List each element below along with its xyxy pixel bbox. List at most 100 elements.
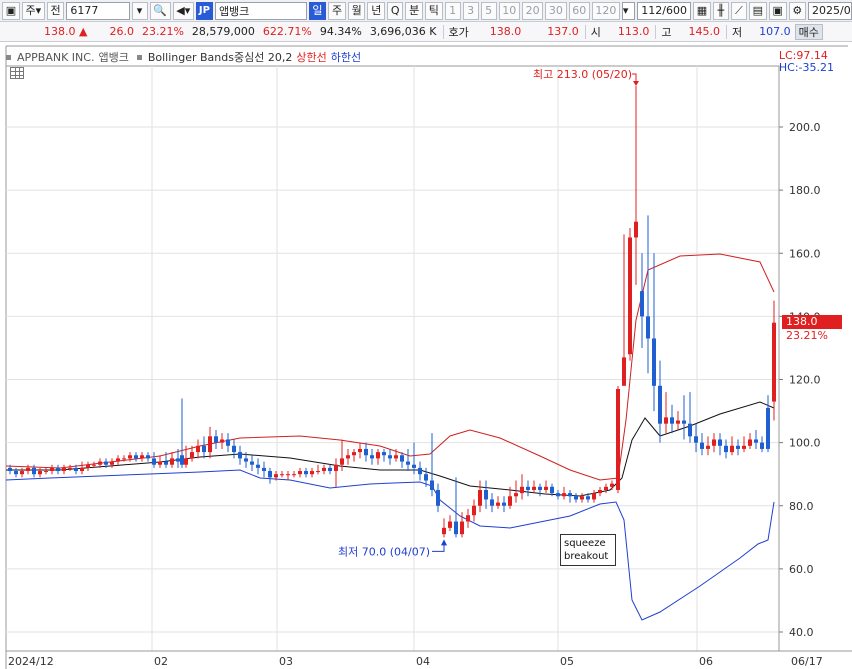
candle-body <box>268 471 272 478</box>
candle-body <box>238 452 242 459</box>
x-tick-label: 04 <box>416 655 430 668</box>
date-value: 2025/0 <box>812 4 851 17</box>
candle-body <box>610 483 614 487</box>
gear-icon[interactable]: ⚙ <box>788 1 806 20</box>
search-icon[interactable]: 🔍 <box>149 1 171 20</box>
type-select[interactable]: 전 <box>46 1 65 20</box>
date-field[interactable]: 2025/0 <box>808 1 852 20</box>
amount: 3,696,036 K <box>369 25 437 38</box>
candle-body <box>442 527 446 535</box>
candle-body <box>140 455 144 459</box>
price-chart[interactable]: 200.0180.0160.0140.0120.0100.080.060.040… <box>0 42 852 669</box>
candle-body <box>622 357 626 386</box>
candle-body <box>32 467 36 475</box>
buy-tab[interactable]: 매수 <box>794 23 823 40</box>
period-minute[interactable]: 분 <box>405 1 423 20</box>
candle-body <box>670 417 674 424</box>
candle-body <box>364 448 368 456</box>
interval-30[interactable]: 30 <box>545 1 567 20</box>
candle-body <box>568 493 572 497</box>
candle-icon[interactable]: ╫ <box>712 1 729 20</box>
candle-body <box>298 471 302 475</box>
legend-company-kr: 앱뱅크 <box>98 51 129 64</box>
candle-body <box>208 436 212 453</box>
candle-body <box>152 458 156 465</box>
candle-body <box>20 471 24 475</box>
save-icon[interactable]: ▣ <box>768 1 787 20</box>
legend-lower: 하한선 <box>330 51 362 64</box>
hc-value: HC:-35.21 <box>778 61 834 74</box>
candle-body <box>146 455 150 459</box>
candle-body <box>214 436 218 443</box>
y-tick-label: 60.0 <box>789 563 814 576</box>
candle-body <box>574 496 578 500</box>
candle-body <box>98 461 102 465</box>
x-tick-label: 06 <box>699 655 713 668</box>
candle-body <box>352 452 356 456</box>
candle-body <box>92 464 96 466</box>
candle-body <box>274 474 278 478</box>
ask-price: 138.0 <box>489 25 522 38</box>
stock-name-field[interactable]: 앱뱅크 <box>214 1 307 20</box>
candle-body <box>86 464 90 468</box>
volume: 28,579,000 <box>191 25 255 38</box>
open-label: 시 <box>590 25 601 39</box>
interval-60[interactable]: 60 <box>568 1 590 20</box>
candle-body <box>304 471 308 475</box>
period-month[interactable]: 월 <box>347 1 366 20</box>
candle-body <box>430 480 434 490</box>
interval-dropdown-icon[interactable]: ▾ <box>621 1 636 20</box>
mode-select[interactable]: 주 ▾ <box>21 1 45 20</box>
count-field[interactable]: 112/600 <box>637 1 691 20</box>
code-value: 6177 <box>70 4 99 17</box>
candle-body <box>170 458 174 465</box>
interval-5[interactable]: 5 <box>480 1 497 20</box>
speaker-icon[interactable]: ◀▾ <box>172 1 194 20</box>
candle-body <box>292 474 296 476</box>
period-year[interactable]: 년 <box>367 1 386 20</box>
candle-body <box>110 461 114 465</box>
divider <box>655 24 657 39</box>
chart-legend: APPBANK INC. 앱뱅크 Bollinger Bands중심선 20,2… <box>6 50 361 64</box>
candle-body <box>310 471 314 475</box>
code-input[interactable]: 6177 <box>66 1 130 20</box>
candle-body <box>676 420 680 424</box>
current-price-pct: 23.21% <box>786 329 828 342</box>
candle-body <box>220 439 224 443</box>
low-annotation: 최저 70.0 (04/07) <box>338 545 430 558</box>
indicator-icon[interactable]: ▤ <box>748 1 767 20</box>
interval-1[interactable]: 1 <box>444 1 461 20</box>
y-tick-label: 80.0 <box>789 500 814 513</box>
candle-body <box>658 385 662 424</box>
candle-body <box>478 489 482 506</box>
candle-body <box>104 461 108 465</box>
mode-label: 주 <box>25 3 36 17</box>
current-price: 138.0 ▲ <box>0 25 91 38</box>
interval-3[interactable]: 3 <box>462 1 479 20</box>
candle-body <box>62 467 66 472</box>
code-dropdown-icon[interactable]: ▾ <box>131 1 148 20</box>
period-quarter[interactable]: Q <box>387 1 404 20</box>
candle-body <box>742 445 746 449</box>
interval-10[interactable]: 10 <box>498 1 520 20</box>
grid-icon[interactable] <box>10 67 24 79</box>
period-day[interactable]: 일 <box>308 1 327 20</box>
candle-body <box>748 439 752 446</box>
interval-20[interactable]: 20 <box>521 1 544 20</box>
candle-body <box>532 486 536 490</box>
candle-body <box>334 464 338 472</box>
draw-icon[interactable]: ⟋ <box>730 1 747 20</box>
candle-body <box>550 486 554 494</box>
period-week[interactable]: 주 <box>328 1 346 20</box>
zoom-icon[interactable]: ▦ <box>692 1 711 20</box>
lc-hc-readout: LC:97.14 HC:-35.21 <box>779 50 834 74</box>
candle-body <box>520 486 524 494</box>
low-price: 107.0 <box>759 25 791 38</box>
candle-body <box>116 458 120 462</box>
volume-pct: 622.71% <box>262 25 312 38</box>
candle-body <box>418 467 422 475</box>
plot-area <box>5 65 780 652</box>
period-tick[interactable]: 틱 <box>424 1 443 20</box>
window-icon[interactable]: ▣ <box>2 1 20 20</box>
interval-120[interactable]: 120 <box>591 1 620 20</box>
